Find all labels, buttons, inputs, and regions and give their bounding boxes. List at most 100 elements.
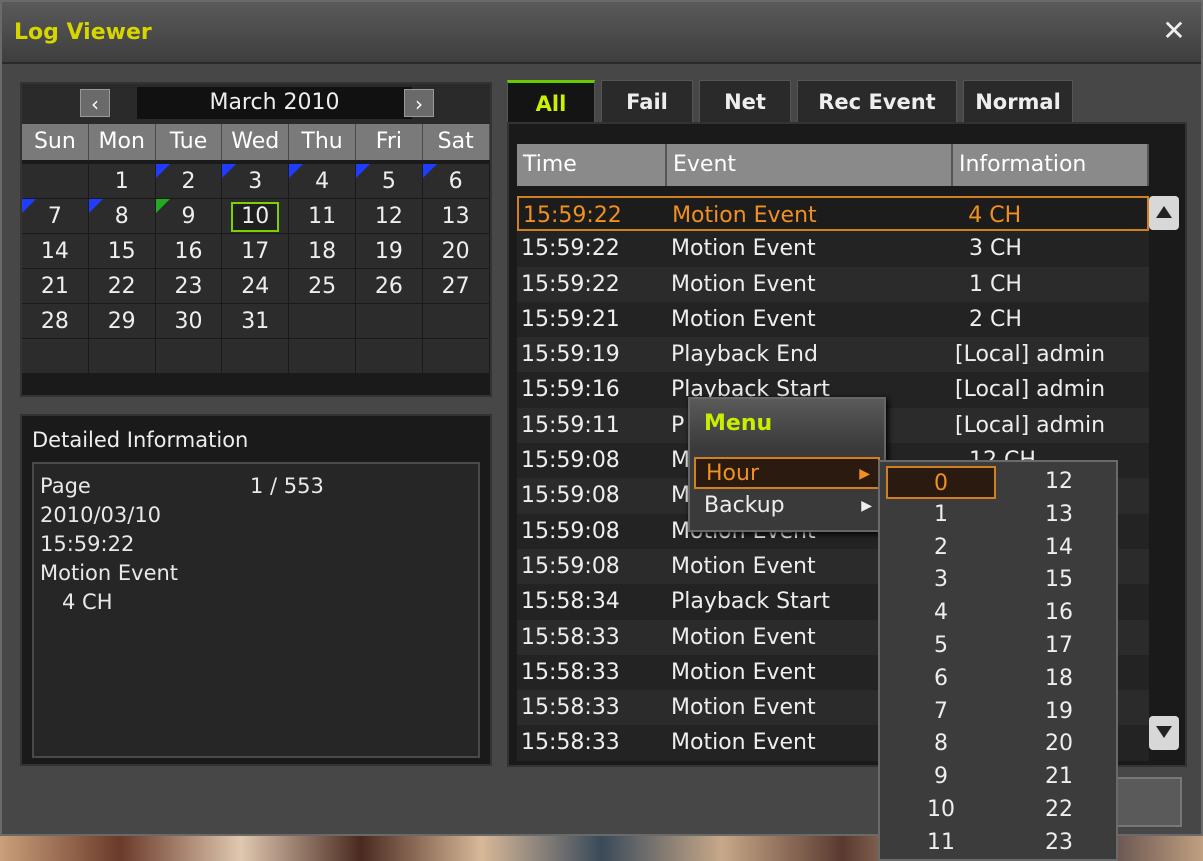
calendar-day[interactable]: 14 xyxy=(22,234,89,269)
hour-item[interactable]: 1 xyxy=(886,499,996,532)
hour-item[interactable]: 20 xyxy=(1004,728,1114,761)
menu-item-backup[interactable]: Backup ▶ xyxy=(694,491,880,523)
cell-info: [Local] admin xyxy=(955,412,1106,438)
calendar-day[interactable]: 10 xyxy=(222,199,290,234)
calendar-day[interactable]: 12 xyxy=(355,199,423,234)
calendar-day[interactable]: 28 xyxy=(22,304,89,339)
menu-item-hour-label: Hour xyxy=(706,461,759,486)
calendar-day[interactable]: 8 xyxy=(88,199,156,234)
header-time[interactable]: Time xyxy=(517,144,667,186)
hour-item[interactable]: 19 xyxy=(1004,696,1114,729)
calendar-day xyxy=(88,339,156,374)
calendar-week: 7 8 9 10 11 12 13 xyxy=(22,199,490,234)
cell-time: 15:58:33 xyxy=(521,730,620,756)
hour-item[interactable]: 17 xyxy=(1004,630,1114,663)
scroll-up-icon[interactable] xyxy=(1149,196,1179,230)
calendar: ‹ March 2010 › Sun Mon Tue Wed Thu Fri S… xyxy=(20,82,492,397)
hour-item[interactable]: 22 xyxy=(1004,794,1114,827)
calendar-day[interactable]: 16 xyxy=(155,234,223,269)
header-event[interactable]: Event xyxy=(667,144,953,186)
calendar-week: 14 15 16 17 18 19 20 xyxy=(22,234,490,269)
calendar-day[interactable]: 29 xyxy=(88,304,156,339)
calendar-day[interactable]: 5 xyxy=(355,164,423,199)
chevron-left-icon[interactable]: ‹ xyxy=(80,89,110,117)
menu-item-hour[interactable]: Hour ▶ xyxy=(694,457,880,489)
calendar-day[interactable]: 13 xyxy=(422,199,490,234)
hour-column-right: 12 13 14 15 16 17 18 19 20 21 22 23 xyxy=(1004,466,1114,860)
calendar-day[interactable]: 7 xyxy=(22,199,89,234)
hour-item[interactable]: 15 xyxy=(1004,564,1114,597)
cell-event: Motion Event xyxy=(671,271,816,297)
hour-item[interactable]: 9 xyxy=(886,761,996,794)
day-of-week-row: Sun Mon Tue Wed Thu Fri Sat xyxy=(22,124,490,160)
hour-item[interactable]: 3 xyxy=(886,564,996,597)
calendar-day[interactable]: 24 xyxy=(222,269,290,304)
calendar-day[interactable]: 31 xyxy=(222,304,290,339)
calendar-day[interactable]: 27 xyxy=(422,269,490,304)
scroll-down-icon[interactable] xyxy=(1149,716,1179,750)
submenu-arrow-icon: ▶ xyxy=(859,466,870,482)
chevron-right-icon[interactable]: › xyxy=(404,89,434,117)
hour-item[interactable]: 13 xyxy=(1004,499,1114,532)
hour-item[interactable]: 23 xyxy=(1004,827,1114,860)
calendar-day[interactable]: 6 xyxy=(422,164,490,199)
table-row[interactable]: 15:59:19 Playback End [Local] admin xyxy=(517,337,1149,373)
calendar-day[interactable]: 1 xyxy=(88,164,156,199)
calendar-day[interactable]: 25 xyxy=(289,269,356,304)
calendar-day[interactable]: 21 xyxy=(22,269,89,304)
calendar-day[interactable]: 11 xyxy=(289,199,356,234)
dow-tue: Tue xyxy=(155,124,223,160)
calendar-day[interactable]: 15 xyxy=(88,234,156,269)
close-icon[interactable]: ✕ xyxy=(1159,16,1189,46)
table-row[interactable]: 15:59:22 Motion Event 4 CH xyxy=(517,196,1149,232)
calendar-day[interactable]: 26 xyxy=(355,269,423,304)
calendar-day[interactable]: 17 xyxy=(222,234,290,269)
cell-time: 15:59:21 xyxy=(521,306,620,332)
tab-normal[interactable]: Normal xyxy=(963,80,1073,122)
tab-net[interactable]: Net xyxy=(699,80,791,122)
hour-item[interactable]: 4 xyxy=(886,597,996,630)
header-information[interactable]: Information xyxy=(953,144,1149,186)
detail-title: Detailed Information xyxy=(32,428,249,452)
table-row[interactable]: 15:59:22 Motion Event 3 CH xyxy=(517,231,1149,267)
hour-item[interactable]: 14 xyxy=(1004,532,1114,565)
calendar-day xyxy=(422,304,490,339)
hour-item[interactable]: 11 xyxy=(886,827,996,860)
calendar-day[interactable]: 9 xyxy=(155,199,223,234)
hour-item[interactable]: 0 xyxy=(886,466,996,499)
hour-submenu: 0 1 2 3 4 5 6 7 8 9 10 11 12 13 14 15 16 17 18 19 20 21 22 23 xyxy=(878,460,1118,861)
table-row[interactable]: 15:59:22 Motion Event 1 CH xyxy=(517,266,1149,302)
calendar-week: 123456 xyxy=(22,164,490,199)
hour-item[interactable]: 10 xyxy=(886,794,996,827)
cell-info: 4 CH xyxy=(954,203,1022,228)
hour-item[interactable]: 2 xyxy=(886,532,996,565)
calendar-day[interactable]: 4 xyxy=(289,164,356,199)
calendar-day[interactable]: 3 xyxy=(222,164,290,199)
hour-item[interactable]: 5 xyxy=(886,630,996,663)
menu-item-backup-label: Backup xyxy=(704,493,785,518)
calendar-day[interactable]: 23 xyxy=(155,269,223,304)
calendar-day[interactable]: 18 xyxy=(289,234,356,269)
calendar-day[interactable]: 22 xyxy=(88,269,156,304)
detail-time: 15:59:22 xyxy=(40,532,135,556)
calendar-day[interactable]: 19 xyxy=(355,234,423,269)
tab-all[interactable]: All xyxy=(507,80,595,122)
hour-item[interactable]: 6 xyxy=(886,663,996,696)
detail-event: Motion Event xyxy=(40,561,179,585)
scrollbar[interactable] xyxy=(1149,196,1179,761)
calendar-day[interactable]: 30 xyxy=(155,304,223,339)
hour-item[interactable]: 16 xyxy=(1004,597,1114,630)
hour-item[interactable]: 18 xyxy=(1004,663,1114,696)
table-row[interactable]: 15:59:21 Motion Event 2 CH xyxy=(517,301,1149,338)
hour-item[interactable]: 21 xyxy=(1004,761,1114,794)
hour-item[interactable]: 7 xyxy=(886,696,996,729)
filter-tabs: All Fail Net Rec Event Normal xyxy=(507,80,1079,122)
hour-item[interactable]: 8 xyxy=(886,728,996,761)
tab-fail[interactable]: Fail xyxy=(601,80,693,122)
hour-item[interactable]: 12 xyxy=(1004,466,1114,499)
detail-date: 2010/03/10 xyxy=(40,503,162,527)
tab-rec-event[interactable]: Rec Event xyxy=(797,80,957,122)
calendar-day[interactable]: 20 xyxy=(422,234,490,269)
hour-column-left: 0 1 2 3 4 5 6 7 8 9 10 11 xyxy=(886,466,996,860)
calendar-day[interactable]: 2 xyxy=(155,164,223,199)
